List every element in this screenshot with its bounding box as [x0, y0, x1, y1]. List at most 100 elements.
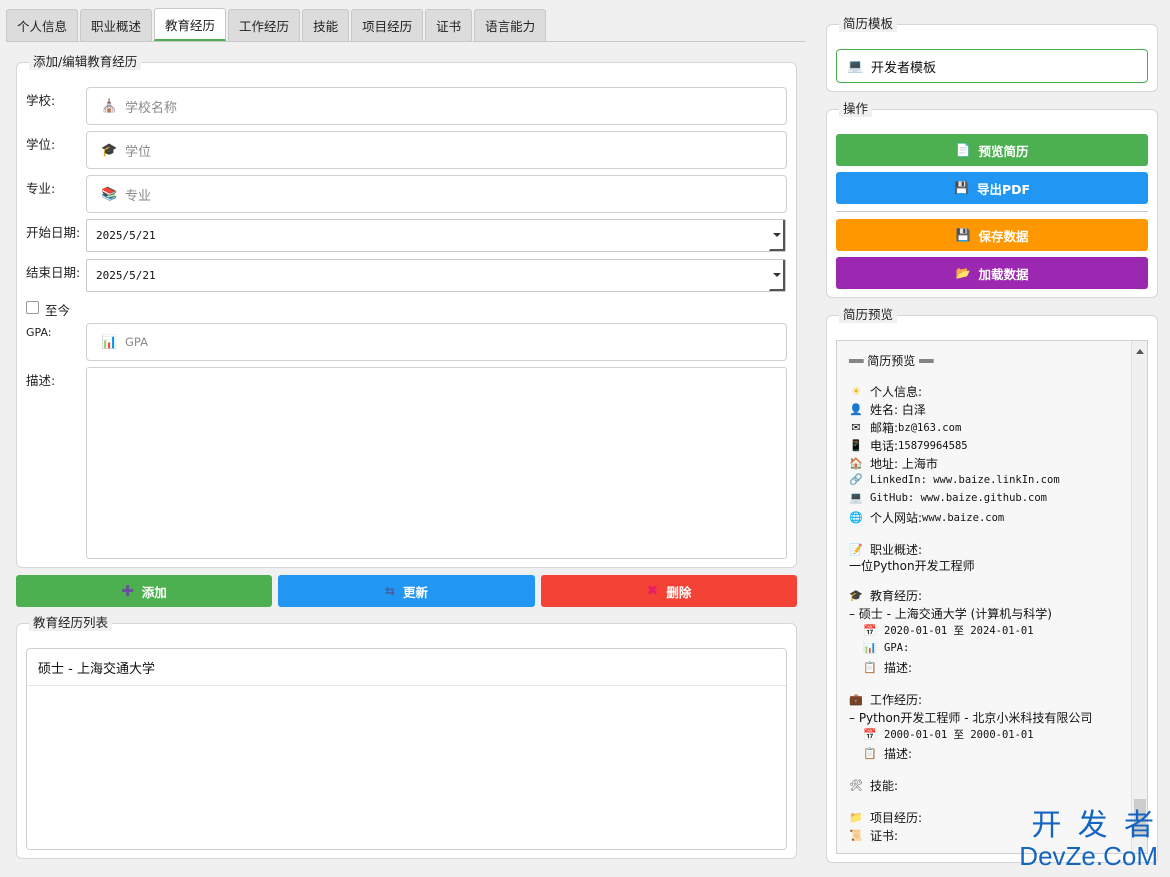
document-icon: 📋 [863, 661, 877, 674]
gpa-input[interactable]: 📊 GPA [86, 323, 787, 361]
preview-resume-button[interactable]: 📄 预览简历 [836, 134, 1148, 166]
arrows-icon: ⇆ [384, 584, 396, 598]
start-date-value: 2025/5/21 [96, 229, 156, 242]
chevron-down-icon[interactable] [769, 260, 785, 291]
delete-label: 删除 [666, 584, 692, 600]
chevron-down-icon[interactable] [769, 220, 785, 251]
gpa-label: GPA: [26, 326, 52, 339]
tab-bar: 个人信息 职业概述 教育经历 工作经历 技能 项目经历 证书 语言能力 [6, 8, 548, 41]
watermark-line1: 开 发 者 [1031, 809, 1158, 842]
preview-scrollbar[interactable] [1131, 341, 1147, 853]
preview-edu-gpa: 📊 GPA: [863, 641, 910, 654]
preview-projects-header: 📁 项目经历: [849, 811, 923, 825]
tab-projects[interactable]: 项目经历 [351, 9, 424, 41]
add-button[interactable]: ✚ 添加 [16, 575, 272, 607]
school-input[interactable]: ⛪ 学校名称 [86, 87, 787, 125]
group-title: 添加/编辑教育经历 [29, 54, 142, 70]
preview-work-dates: 📅 2000-01-01 至 2000-01-01 [863, 728, 1034, 741]
update-button[interactable]: ⇆ 更新 [278, 575, 535, 607]
group-title: 教育经历列表 [29, 615, 113, 631]
floppy-disk-icon: 💾 [955, 228, 971, 242]
template-select[interactable]: 💻 开发者模板 [836, 49, 1148, 83]
tab-skills[interactable]: 技能 [302, 9, 350, 41]
education-list[interactable]: 硕士 - 上海交通大学 [26, 648, 787, 850]
degree-input[interactable]: 🎓 学位 [86, 131, 787, 169]
preview-linkedin: 🔗 LinkedIn: www.baize.linkIn.com [849, 473, 1060, 486]
description-label: 描述: [26, 373, 56, 388]
load-data-label: 加载数据 [978, 266, 1029, 282]
major-placeholder: 专业 [125, 188, 152, 204]
globe-icon: 🌐 [849, 511, 863, 524]
tab-work[interactable]: 工作经历 [228, 9, 301, 41]
delete-button[interactable]: ✖ 删除 [541, 575, 797, 607]
major-input[interactable]: 📚 专业 [86, 175, 787, 213]
calendar-icon: 📅 [863, 624, 877, 637]
preview-email: ✉ 邮箱: bz@163.com [849, 419, 961, 436]
document-icon: 📋 [863, 747, 877, 760]
export-pdf-button[interactable]: 💾 导出PDF [836, 172, 1148, 204]
document-icon: 📄 [955, 143, 971, 157]
tab-education[interactable]: 教育经历 [154, 8, 227, 41]
briefcase-icon: 💼 [849, 693, 863, 706]
preview-address: 🏠 地址: 上海市 [849, 457, 938, 471]
preview-resume-label: 预览简历 [978, 143, 1029, 159]
link-icon: 🔗 [849, 473, 863, 486]
tab-personal-info[interactable]: 个人信息 [6, 9, 79, 41]
scroll-up-icon[interactable] [1136, 349, 1144, 354]
preview-summary-header: 📝 职业概述: [849, 543, 923, 557]
template-value: 开发者模板 [871, 60, 937, 76]
preview-heading: ══ 简历预览 ══ [849, 354, 934, 368]
present-label: 至今 [45, 303, 71, 318]
divider [836, 211, 1148, 212]
tools-icon: 🛠 [849, 779, 863, 792]
laptop-icon: 💻 [847, 58, 864, 74]
preview-edu-header: 🎓 教育经历: [849, 589, 923, 603]
group-title: 简历模板 [839, 16, 898, 32]
cross-icon: ✖ [646, 583, 659, 599]
books-icon: 📚 [101, 186, 118, 202]
tab-career-summary[interactable]: 职业概述 [80, 9, 153, 41]
description-textarea[interactable] [86, 367, 787, 559]
present-checkbox[interactable] [26, 301, 39, 314]
person-icon: 👤 [849, 403, 863, 416]
tab-languages[interactable]: 语言能力 [474, 9, 547, 41]
major-label: 专业: [26, 181, 56, 196]
scroll-icon: 📜 [849, 829, 863, 842]
school-icon: ⛪ [101, 98, 118, 114]
gpa-placeholder: GPA [125, 335, 148, 349]
export-pdf-label: 导出PDF [976, 181, 1031, 197]
school-label: 学校: [26, 93, 56, 108]
graduation-cap-icon: 🎓 [849, 589, 863, 602]
end-date-label: 结束日期: [26, 265, 81, 280]
floppy-disk-icon: 💾 [953, 181, 969, 195]
plus-icon: ✚ [121, 582, 134, 600]
degree-placeholder: 学位 [125, 144, 152, 160]
preview-name: 👤 姓名: 白泽 [849, 403, 926, 417]
resume-preview-text[interactable]: ══ 简历预览 ══ ☀ 个人信息: 👤 姓名: 白泽 ✉ 邮箱: bz@163.co… [836, 340, 1148, 854]
memo-icon: 📝 [849, 543, 863, 556]
preview-edu-dates: 📅 2020-01-01 至 2024-01-01 [863, 624, 1034, 637]
preview-github: 💻 GitHub: www.baize.github.com [849, 491, 1048, 504]
end-date-value: 2025/5/21 [96, 269, 156, 282]
group-title: 操作 [839, 101, 873, 117]
preview-phone: 📱 电话: 15879964585 [849, 439, 968, 453]
preview-summary: 一位Python开发工程师 [849, 559, 975, 573]
phone-icon: 📱 [849, 439, 863, 452]
add-label: 添加 [141, 584, 167, 600]
folder-icon: 📁 [849, 811, 863, 824]
preview-work-desc: 📋 描述: [863, 747, 913, 761]
preview-edu-desc: 📋 描述: [863, 661, 913, 675]
preview-work-header: 💼 工作经历: [849, 693, 923, 707]
watermark-line2: DevZe.CoM [1019, 841, 1158, 871]
end-date-picker[interactable]: 2025/5/21 [86, 259, 786, 292]
graduation-cap-icon: 🎓 [101, 142, 118, 158]
envelope-icon: ✉ [851, 421, 861, 434]
preview-personal-header: ☀ 个人信息: [849, 383, 922, 400]
preview-website: 🌐 个人网站: www.baize.com [849, 511, 1005, 525]
degree-label: 学位: [26, 137, 56, 152]
load-data-button[interactable]: 📂 加载数据 [836, 257, 1148, 289]
list-item[interactable]: 硕士 - 上海交通大学 [27, 649, 786, 686]
tab-certificates[interactable]: 证书 [425, 9, 473, 41]
start-date-picker[interactable]: 2025/5/21 [86, 219, 786, 252]
save-data-button[interactable]: 💾 保存数据 [836, 219, 1148, 251]
